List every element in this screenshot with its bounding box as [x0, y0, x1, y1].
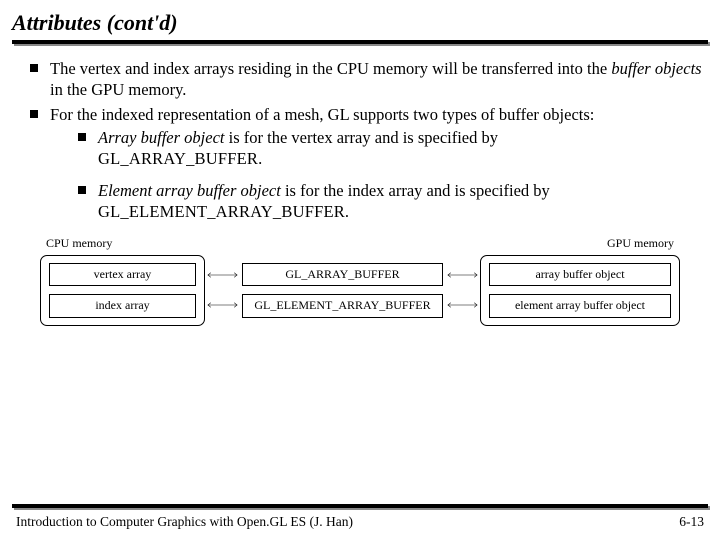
sub2-ital: Element array buffer object — [98, 181, 281, 200]
sub-bullet-list: Array buffer object is for the vertex ar… — [50, 127, 702, 221]
gl-enum-col: GL_ARRAY_BUFFER GL_ELEMENT_ARRAY_BUFFER — [240, 255, 445, 326]
arrow-col-right — [445, 255, 480, 326]
arrow-2 — [205, 294, 240, 316]
index-array-box: index array — [49, 294, 196, 317]
sub1-ital: Array buffer object — [98, 128, 224, 147]
sub1-code: GL_ARRAY_BUFFER. — [98, 149, 262, 168]
gl-array-buffer-box: GL_ARRAY_BUFFER — [242, 263, 443, 286]
diagram-columns: vertex array index array GL_ARRAY_BUFFER… — [40, 255, 680, 326]
memory-diagram: CPU memory . GPU memory vertex array ind… — [40, 236, 680, 326]
gpu-memory-label: GPU memory — [607, 236, 674, 251]
arrow-1 — [205, 264, 240, 286]
element-array-buffer-object-box: element array buffer object — [489, 294, 671, 317]
slide: Attributes (cont'd) The vertex and index… — [0, 0, 720, 540]
sub-bullet-2: Element array buffer object is for the i… — [84, 180, 702, 222]
sub2-rest: is for the index array and is specified … — [281, 181, 550, 200]
sub2-code: GL_ELEMENT_ARRAY_BUFFER. — [98, 202, 349, 221]
arrow-3 — [445, 264, 480, 286]
diagram-labels: CPU memory . GPU memory — [40, 236, 680, 255]
footer-area: Introduction to Computer Graphics with O… — [12, 504, 708, 540]
bullet-1-text-pre: The vertex and index arrays residing in … — [50, 59, 611, 78]
array-buffer-object-box: array buffer object — [489, 263, 671, 286]
gl-element-array-buffer-box: GL_ELEMENT_ARRAY_BUFFER — [242, 294, 443, 317]
sub-bullet-1: Array buffer object is for the vertex ar… — [84, 127, 702, 169]
footer-divider — [12, 504, 708, 508]
cpu-memory-box: vertex array index array — [40, 255, 205, 326]
gpu-memory-box: array buffer object element array buffer… — [480, 255, 680, 326]
arrow-col-left — [205, 255, 240, 326]
bullet-1: The vertex and index arrays residing in … — [36, 58, 702, 100]
content-area: The vertex and index arrays residing in … — [12, 58, 708, 504]
bullet-2-text: For the indexed representation of a mesh… — [50, 105, 594, 124]
bullet-1-ital: buffer objects — [611, 59, 701, 78]
footer: Introduction to Computer Graphics with O… — [12, 514, 708, 540]
slide-title: Attributes (cont'd) — [12, 8, 708, 40]
title-divider — [12, 40, 708, 44]
bullet-1-text-post: in the GPU memory. — [50, 80, 186, 99]
bullet-list: The vertex and index arrays residing in … — [18, 58, 702, 222]
bullet-2: For the indexed representation of a mesh… — [36, 104, 702, 222]
vertex-array-box: vertex array — [49, 263, 196, 286]
sub1-rest: is for the vertex array and is specified… — [224, 128, 498, 147]
footer-left: Introduction to Computer Graphics with O… — [16, 514, 353, 530]
footer-page-number: 6-13 — [679, 514, 704, 530]
arrow-4 — [445, 294, 480, 316]
cpu-memory-label: CPU memory — [46, 236, 112, 251]
